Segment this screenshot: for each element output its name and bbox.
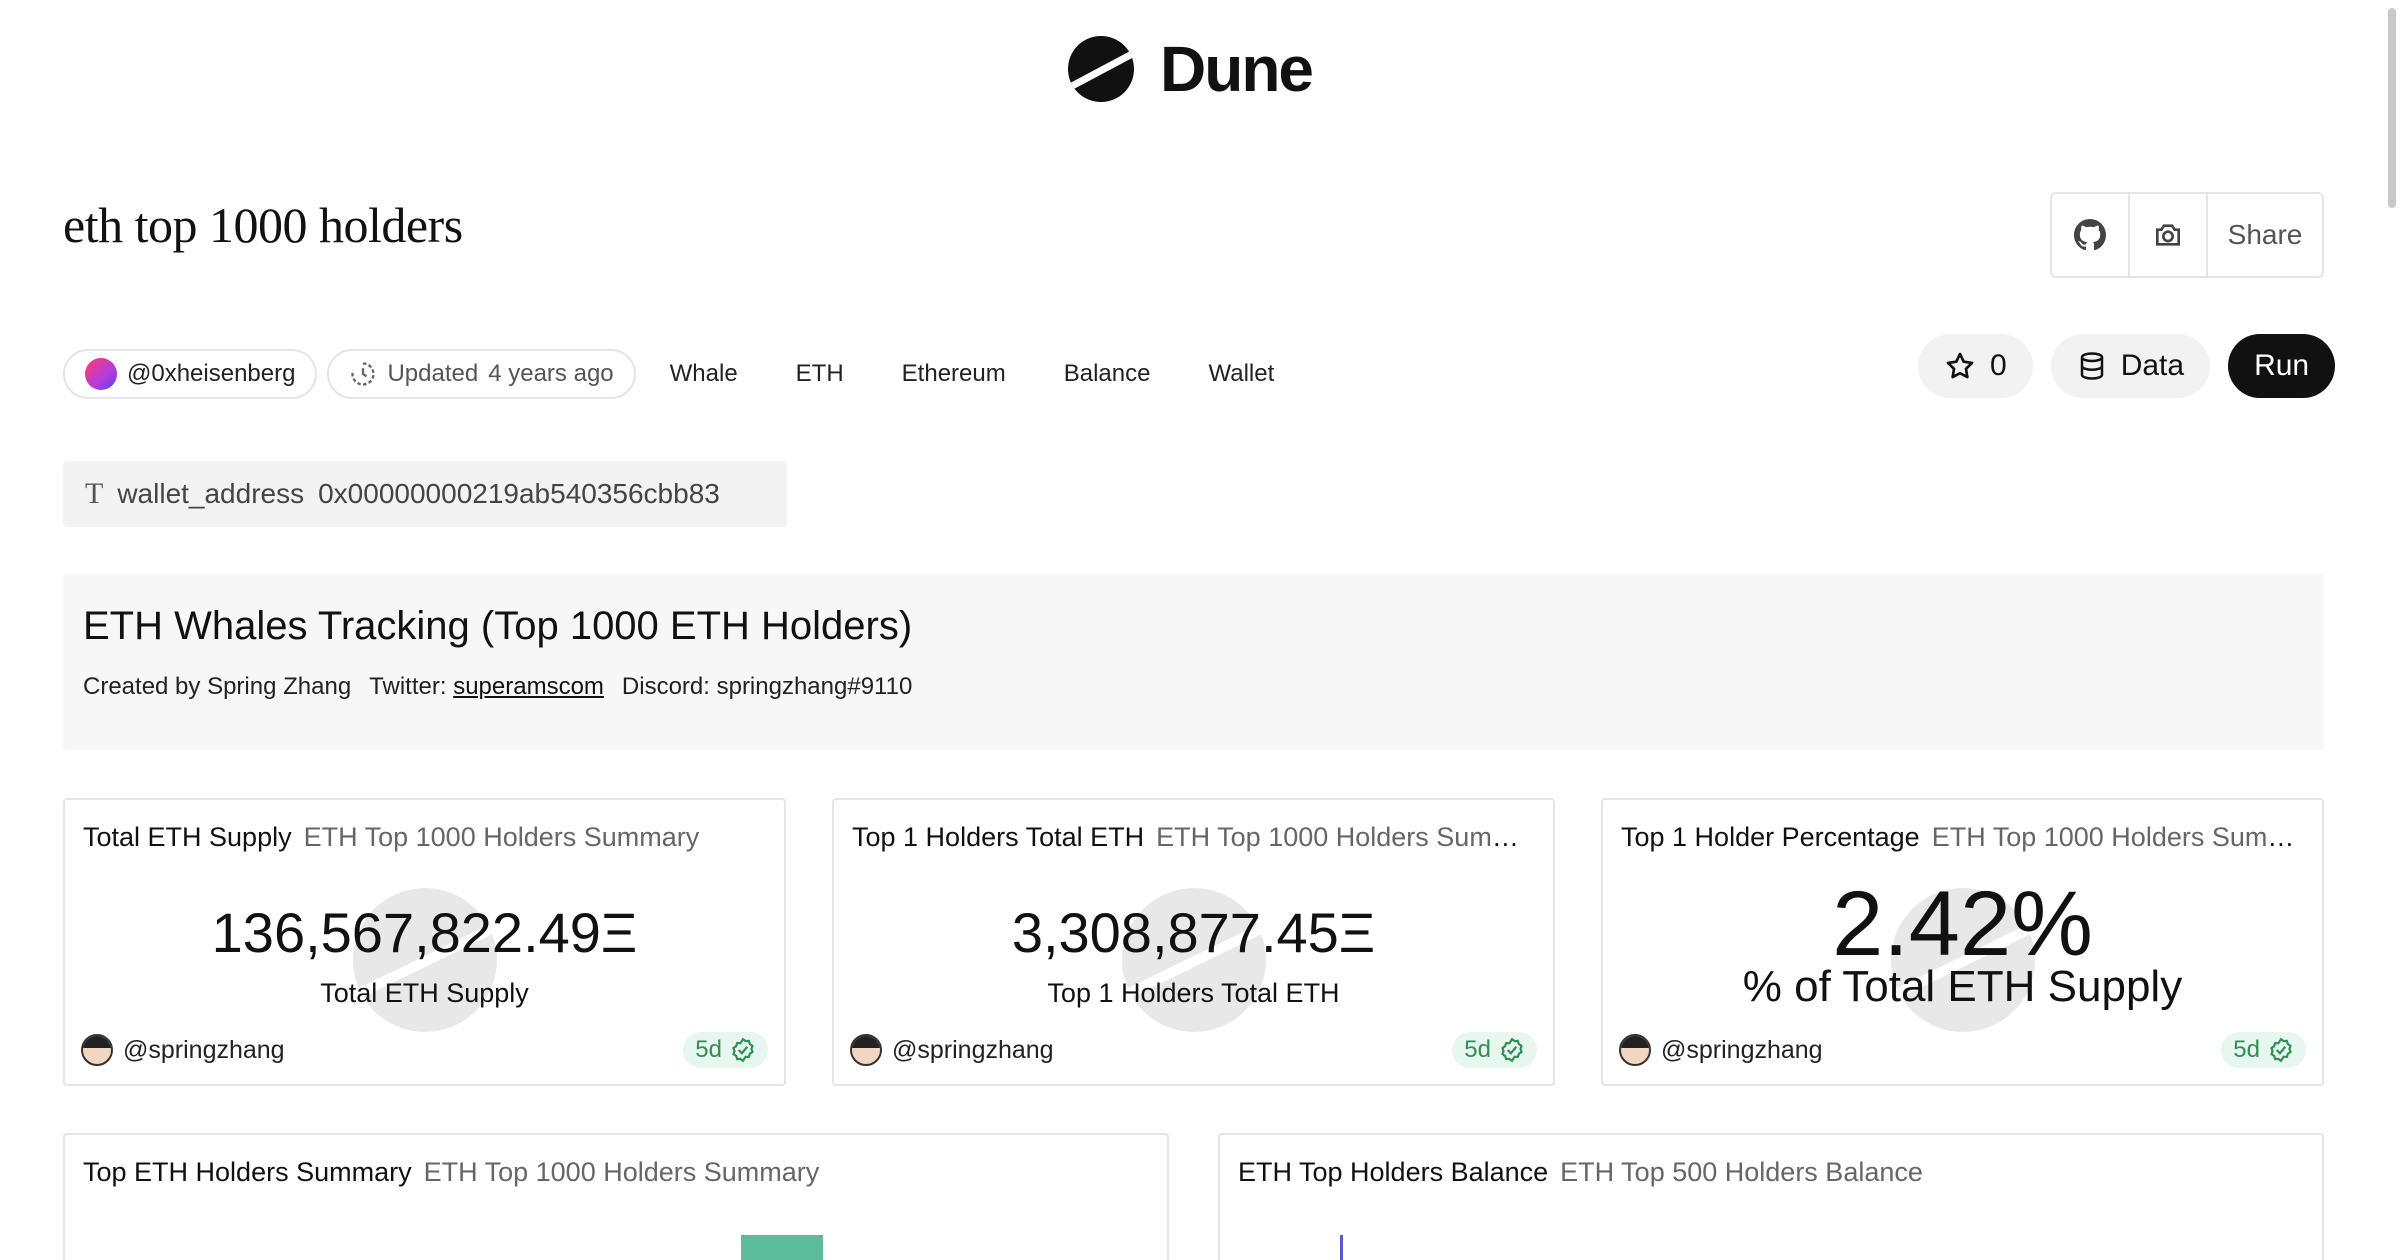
github-icon — [2074, 219, 2106, 251]
query-actions: 0 Data Run — [1918, 334, 2336, 398]
counter-value: 3,308,877.45Ξ — [1011, 901, 1376, 964]
card-header[interactable]: Top ETH Holders Summary ETH Top 1000 Hold… — [83, 1157, 1149, 1188]
chart-card-holders-balance: ETH Top Holders Balance ETH Top 500 Holde… — [1218, 1133, 2324, 1260]
screenshot-button[interactable] — [2128, 194, 2206, 276]
card-author[interactable]: @springzhang — [81, 1034, 285, 1066]
counter-label: Total ETH Supply — [320, 978, 529, 1008]
tag-eth[interactable]: ETH — [772, 360, 868, 388]
text-widget-heading: ETH Whales Tracking (Top 1000 ETH Holder… — [83, 604, 913, 648]
text-widget-credits: Created by Spring Zhang Twitter: superam… — [83, 673, 2304, 701]
counter-label: % of Total ETH Supply — [1742, 962, 2183, 1011]
card-author[interactable]: @springzhang — [850, 1034, 1054, 1066]
star-count: 0 — [1990, 349, 2007, 382]
check-circle-icon — [1501, 1037, 1523, 1063]
updated-label: Updated — [387, 360, 479, 387]
card-footer: @springzhang 5d — [1619, 1032, 2306, 1068]
tag-whale[interactable]: Whale — [646, 360, 762, 388]
counter-label: Top 1 Holders Total ETH — [1047, 978, 1340, 1008]
counter-card-top1-percentage: Top 1 Holder Percentage ETH Top 1000 Hold… — [1601, 798, 2324, 1086]
card-author-name: @springzhang — [892, 1035, 1054, 1064]
avatar — [85, 358, 117, 390]
freshness-badge[interactable]: 5d — [2221, 1032, 2306, 1068]
card-subtitle: ETH Top 1000 Holders Summary — [1931, 822, 2304, 852]
scrollbar-thumb[interactable] — [2388, 8, 2396, 208]
card-author[interactable]: @springzhang — [1619, 1034, 1823, 1066]
card-subtitle: ETH Top 1000 Holders Summary — [423, 1157, 820, 1187]
text-type-icon: T — [85, 477, 104, 510]
card-header[interactable]: Top 1 Holders Total ETH ETH Top 1000 Hold… — [852, 822, 1535, 853]
discord-credit: Discord: springzhang#9110 — [621, 673, 913, 700]
twitter-link[interactable]: superamscom — [453, 673, 604, 700]
card-author-name: @springzhang — [123, 1035, 285, 1064]
page-title: eth top 1000 holders — [63, 197, 463, 253]
card-footer: @springzhang 5d — [81, 1032, 768, 1068]
run-button[interactable]: Run — [2228, 334, 2336, 398]
card-subtitle: ETH Top 1000 Holders Summary — [1156, 822, 1535, 852]
tag-ethereum[interactable]: Ethereum — [878, 360, 1030, 388]
chart-card-holders-summary: Top ETH Holders Summary ETH Top 1000 Hold… — [63, 1133, 1169, 1260]
header-actions: Share — [2050, 192, 2324, 278]
avatar — [850, 1034, 882, 1066]
brand-name: Dune — [1160, 33, 1314, 105]
data-button-label: Data — [2120, 349, 2185, 382]
card-header[interactable]: Top 1 Holder Percentage ETH Top 1000 Hold… — [1621, 822, 2304, 853]
data-button[interactable]: Data — [2050, 334, 2211, 398]
card-footer: @springzhang 5d — [850, 1032, 1537, 1068]
card-title: Top 1 Holder Percentage — [1621, 822, 1920, 852]
star-icon — [1946, 352, 1974, 379]
chart-axis — [1340, 1235, 1343, 1260]
page-scrollbar[interactable] — [2384, 0, 2400, 1260]
query-meta: @0xheisenberg Updated 4 years ago Whale … — [63, 349, 1298, 399]
parameter-wallet-address[interactable]: T wallet_address 0x00000000219ab540356cb… — [63, 461, 787, 527]
star-button[interactable]: 0 — [1918, 334, 2033, 398]
check-circle-icon — [2270, 1037, 2292, 1063]
twitter-label: Twitter: — [369, 673, 447, 700]
created-by: Created by Spring Zhang — [83, 673, 352, 700]
avatar — [1619, 1034, 1651, 1066]
freshness-badge[interactable]: 5d — [1452, 1032, 1537, 1068]
tag-balance[interactable]: Balance — [1040, 360, 1175, 388]
text-widget: ETH Whales Tracking (Top 1000 ETH Holder… — [63, 574, 2324, 750]
card-subtitle: ETH Top 1000 Holders Summary — [303, 822, 700, 852]
check-circle-icon — [732, 1037, 754, 1063]
tag-wallet[interactable]: Wallet — [1184, 360, 1298, 388]
author-name: @0xheisenberg — [127, 360, 296, 387]
freshness-value: 5d — [2233, 1036, 2260, 1063]
camera-icon — [2156, 224, 2180, 246]
chart-bar[interactable] — [741, 1235, 823, 1260]
card-header[interactable]: ETH Top Holders Balance ETH Top 500 Holde… — [1238, 1157, 2304, 1188]
avatar — [81, 1034, 113, 1066]
updated-value: 4 years ago — [488, 360, 614, 387]
counter-card-total-supply: Total ETH Supply ETH Top 1000 Holders Sum… — [63, 798, 786, 1086]
counter-card-top1-eth: Top 1 Holders Total ETH ETH Top 1000 Hold… — [832, 798, 1555, 1086]
parameter-name: wallet_address — [117, 478, 305, 509]
card-title: Total ETH Supply — [83, 822, 292, 852]
counter-value: 136,567,822.49Ξ — [211, 901, 638, 964]
card-subtitle: ETH Top 500 Holders Balance — [1560, 1157, 1923, 1187]
parameter-value: 0x00000000219ab540356cbb83 — [318, 478, 720, 509]
card-header[interactable]: Total ETH Supply ETH Top 1000 Holders Sum… — [83, 822, 766, 853]
database-icon — [2080, 352, 2103, 380]
card-title: Top 1 Holders Total ETH — [852, 822, 1145, 852]
history-icon — [351, 362, 376, 386]
author-pill[interactable]: @0xheisenberg — [63, 349, 318, 399]
card-title: Top ETH Holders Summary — [83, 1157, 412, 1187]
freshness-value: 5d — [695, 1036, 722, 1063]
share-button[interactable]: Share — [2206, 194, 2322, 276]
dune-logo-icon — [1068, 36, 1134, 102]
github-button[interactable] — [2052, 194, 2128, 276]
dune-logo[interactable]: Dune — [1068, 32, 1314, 106]
updated-pill: Updated 4 years ago — [327, 349, 636, 399]
card-title: ETH Top Holders Balance — [1238, 1157, 1549, 1187]
freshness-badge[interactable]: 5d — [683, 1032, 768, 1068]
freshness-value: 5d — [1464, 1036, 1491, 1063]
twitter-credit: Twitter: superamscom — [369, 673, 604, 701]
card-author-name: @springzhang — [1661, 1035, 1823, 1064]
